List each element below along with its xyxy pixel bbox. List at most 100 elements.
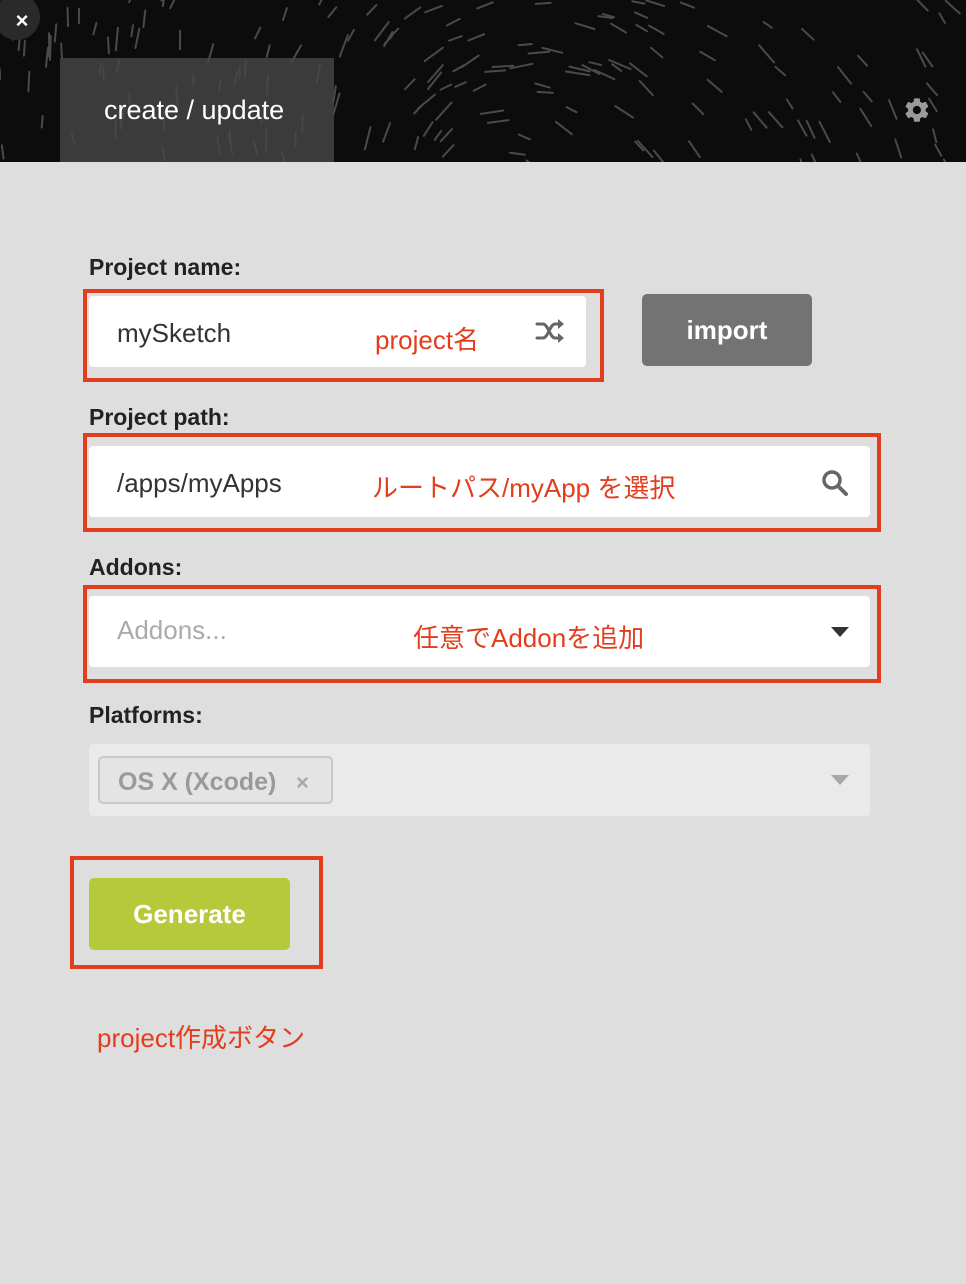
- pattern-stroke: [614, 105, 634, 119]
- remove-platform-icon[interactable]: ×: [296, 770, 309, 796]
- pattern-stroke: [467, 33, 486, 42]
- pattern-stroke: [534, 82, 551, 89]
- pattern-stroke: [40, 115, 44, 129]
- pattern-stroke: [564, 70, 591, 77]
- pattern-stroke: [491, 64, 515, 68]
- pattern-stroke: [648, 24, 665, 35]
- pattern-stroke: [347, 28, 355, 42]
- generate-annotation: project作成ボタン: [97, 1023, 306, 1053]
- pattern-stroke: [107, 36, 110, 55]
- pattern-stroke: [629, 62, 648, 78]
- pattern-stroke: [706, 25, 728, 38]
- pattern-stroke: [888, 99, 898, 120]
- pattern-stroke: [801, 27, 815, 41]
- project-name-highlight: [83, 289, 604, 382]
- pattern-stroke: [636, 139, 654, 158]
- pattern-stroke: [652, 149, 665, 162]
- close-icon: ×: [15, 8, 29, 33]
- pattern-stroke: [433, 129, 443, 141]
- pattern-stroke: [944, 0, 961, 15]
- pattern-stroke: [706, 78, 723, 93]
- pattern-stroke: [476, 1, 494, 10]
- pattern-stroke: [53, 23, 58, 43]
- pattern-stroke: [916, 48, 927, 68]
- pattern-stroke: [454, 81, 467, 88]
- pattern-stroke: [934, 143, 943, 157]
- pattern-stroke: [554, 120, 573, 136]
- pattern-stroke: [318, 0, 323, 6]
- pattern-stroke: [452, 64, 465, 73]
- pattern-stroke: [938, 12, 946, 24]
- pattern-stroke: [818, 120, 831, 143]
- pattern-stroke: [254, 26, 262, 40]
- pattern-stroke: [610, 22, 628, 34]
- pattern-stroke: [785, 98, 794, 110]
- pattern-stroke: [169, 0, 176, 10]
- pattern-stroke: [486, 119, 510, 124]
- pattern-stroke: [282, 7, 288, 21]
- pattern-stroke: [536, 90, 554, 94]
- pattern-stroke: [404, 78, 416, 91]
- tab-create-update-label: create / update: [104, 95, 285, 125]
- pattern-stroke: [774, 65, 787, 77]
- pattern-stroke: [439, 128, 453, 143]
- pattern-stroke: [679, 1, 696, 9]
- platforms-label: Platforms:: [89, 702, 203, 728]
- pattern-stroke: [805, 120, 816, 139]
- pattern-stroke: [832, 91, 842, 103]
- pattern-stroke: [413, 136, 420, 151]
- pattern-stroke: [366, 4, 378, 16]
- pattern-stroke: [509, 151, 526, 156]
- pattern-stroke: [114, 26, 119, 52]
- pattern-stroke: [435, 101, 453, 121]
- pattern-stroke: [441, 144, 455, 158]
- pattern-stroke: [527, 50, 551, 55]
- pattern-stroke: [327, 6, 338, 18]
- pattern-stroke: [265, 44, 271, 59]
- project-path-highlight: [83, 433, 881, 532]
- pattern-stroke: [932, 128, 938, 144]
- pattern-stroke: [534, 1, 552, 5]
- pattern-stroke: [423, 46, 444, 63]
- pattern-stroke: [134, 27, 141, 50]
- platforms-select[interactable]: OS X (Xcode) ×: [89, 744, 870, 816]
- pattern-stroke: [588, 61, 603, 66]
- pattern-stroke: [0, 144, 5, 160]
- project-path-label: Project path:: [89, 404, 230, 430]
- addons-label: Addons:: [89, 554, 183, 580]
- pattern-stroke: [66, 6, 70, 28]
- pattern-stroke: [797, 119, 808, 137]
- pattern-stroke: [916, 0, 929, 12]
- pattern-stroke: [574, 22, 596, 30]
- pattern-stroke: [758, 44, 776, 64]
- pattern-stroke: [517, 133, 531, 141]
- pattern-stroke: [645, 0, 666, 8]
- pattern-stroke: [691, 102, 705, 116]
- pattern-stroke: [424, 4, 443, 14]
- pattern-stroke: [635, 24, 649, 33]
- pattern-stroke: [92, 21, 98, 36]
- pattern-stroke: [762, 21, 773, 29]
- pattern-stroke: [60, 42, 63, 59]
- tab-create-update[interactable]: create / update: [60, 58, 334, 162]
- header-banner: create / update: [0, 0, 966, 162]
- pattern-stroke: [525, 159, 531, 162]
- platforms-dropdown-icon[interactable]: [831, 775, 849, 785]
- pattern-stroke: [130, 24, 134, 38]
- pattern-stroke: [699, 50, 716, 62]
- pattern-stroke: [650, 46, 664, 59]
- pattern-stroke: [752, 111, 768, 129]
- import-button[interactable]: import: [642, 294, 812, 366]
- pattern-stroke: [631, 0, 646, 5]
- gear-icon[interactable]: [903, 96, 931, 124]
- pattern-stroke: [862, 91, 873, 103]
- pattern-stroke: [479, 109, 505, 115]
- pattern-stroke: [855, 152, 862, 162]
- pattern-stroke: [894, 138, 903, 159]
- pattern-stroke: [142, 9, 147, 29]
- pattern-stroke: [363, 126, 372, 151]
- pattern-stroke: [161, 0, 165, 8]
- pattern-stroke: [517, 43, 533, 47]
- addons-highlight: [83, 585, 881, 683]
- pattern-stroke: [925, 82, 938, 96]
